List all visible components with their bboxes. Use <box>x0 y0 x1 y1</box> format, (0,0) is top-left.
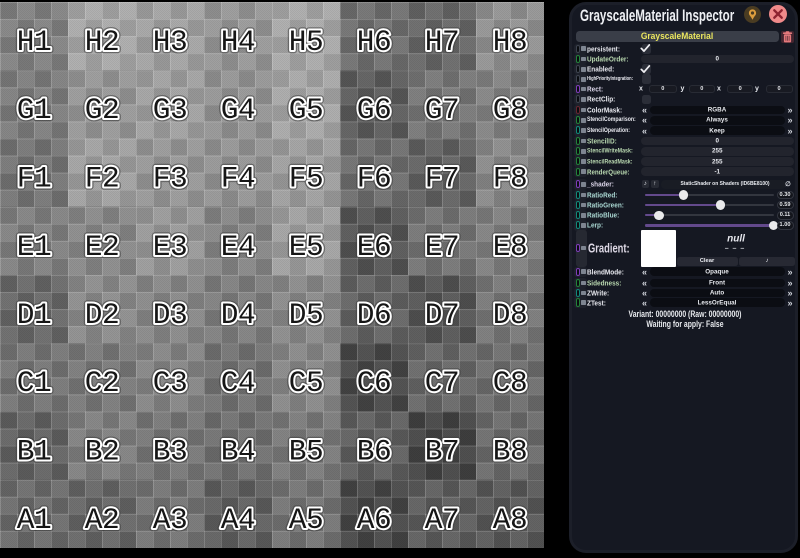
svg-text:B5: B5 <box>289 435 323 469</box>
svg-text:E3: E3 <box>153 230 187 264</box>
svg-text:H6: H6 <box>357 25 391 59</box>
svg-text:C3: C3 <box>153 366 187 400</box>
svg-text:G6: G6 <box>357 93 391 127</box>
svg-text:C4: C4 <box>221 366 255 400</box>
svg-text:E2: E2 <box>85 230 119 264</box>
svg-text:E5: E5 <box>289 230 323 264</box>
svg-text:F5: F5 <box>289 162 323 196</box>
svg-text:G4: G4 <box>221 93 255 127</box>
svg-text:A2: A2 <box>85 503 119 537</box>
svg-text:F7: F7 <box>425 162 459 196</box>
svg-text:H2: H2 <box>85 25 119 59</box>
svg-text:C8: C8 <box>493 366 527 400</box>
svg-text:H7: H7 <box>425 25 459 59</box>
svg-text:A6: A6 <box>357 503 391 537</box>
svg-text:F6: F6 <box>357 162 391 196</box>
svg-text:C5: C5 <box>289 366 323 400</box>
svg-text:E6: E6 <box>357 230 391 264</box>
svg-text:B6: B6 <box>357 435 391 469</box>
svg-text:D6: D6 <box>357 298 391 332</box>
svg-text:G3: G3 <box>153 93 187 127</box>
svg-text:G5: G5 <box>289 93 323 127</box>
svg-text:D2: D2 <box>85 298 119 332</box>
svg-text:B3: B3 <box>153 435 187 469</box>
svg-text:B8: B8 <box>493 435 527 469</box>
svg-text:D4: D4 <box>221 298 255 332</box>
svg-text:H4: H4 <box>221 25 255 59</box>
svg-text:A4: A4 <box>221 503 255 537</box>
svg-text:F3: F3 <box>153 162 187 196</box>
svg-text:D5: D5 <box>289 298 323 332</box>
svg-text:D8: D8 <box>493 298 527 332</box>
svg-text:A5: A5 <box>289 503 323 537</box>
svg-text:H8: H8 <box>493 25 527 59</box>
svg-text:B4: B4 <box>221 435 255 469</box>
svg-text:C2: C2 <box>85 366 119 400</box>
svg-text:F8: F8 <box>493 162 527 196</box>
svg-text:E4: E4 <box>221 230 255 264</box>
svg-text:F4: F4 <box>221 162 255 196</box>
svg-text:C6: C6 <box>357 366 391 400</box>
svg-text:G2: G2 <box>85 93 119 127</box>
svg-text:H3: H3 <box>153 25 187 59</box>
svg-text:C7: C7 <box>425 366 459 400</box>
svg-text:E8: E8 <box>493 230 527 264</box>
svg-text:C1: C1 <box>17 366 51 400</box>
svg-text:D3: D3 <box>153 298 187 332</box>
svg-text:A1: A1 <box>17 503 51 537</box>
svg-text:A7: A7 <box>425 503 459 537</box>
svg-text:G8: G8 <box>493 93 527 127</box>
svg-text:G7: G7 <box>425 93 459 127</box>
svg-text:E1: E1 <box>17 230 51 264</box>
svg-text:E7: E7 <box>425 230 459 264</box>
svg-text:B2: B2 <box>85 435 119 469</box>
svg-text:A8: A8 <box>493 503 527 537</box>
svg-text:H1: H1 <box>17 25 51 59</box>
svg-text:F1: F1 <box>17 162 51 196</box>
svg-text:F2: F2 <box>85 162 119 196</box>
svg-text:A3: A3 <box>153 503 187 537</box>
svg-text:G1: G1 <box>17 93 51 127</box>
svg-text:B7: B7 <box>425 435 459 469</box>
svg-text:D1: D1 <box>17 298 51 332</box>
svg-text:B1: B1 <box>17 435 51 469</box>
svg-text:D7: D7 <box>425 298 459 332</box>
svg-text:H5: H5 <box>289 25 323 59</box>
